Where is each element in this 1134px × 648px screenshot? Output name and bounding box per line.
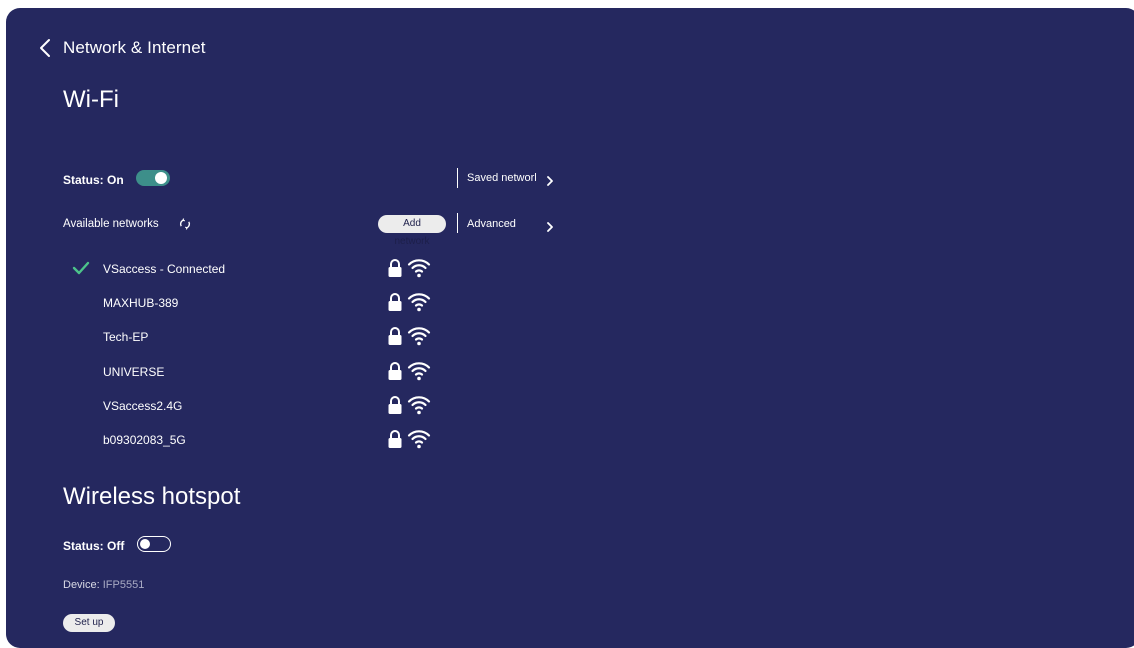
settings-screen: Network & Internet Wi-Fi Status: On Save…: [6, 8, 1134, 648]
wifi-signal-icon: [407, 326, 431, 346]
network-row[interactable]: b09302083_5G: [66, 429, 446, 451]
wifi-section-title: Wi-Fi: [63, 86, 119, 113]
lock-icon: [387, 361, 403, 381]
network-row[interactable]: VSaccess - Connected: [66, 258, 446, 280]
lock-icon: [387, 292, 403, 312]
back-arrow-icon[interactable]: [38, 38, 54, 58]
toggle-knob: [155, 172, 167, 184]
wifi-status-label: Status: On: [63, 173, 124, 187]
device-label: Device:: [63, 579, 100, 591]
hotspot-status-label: Status: Off: [63, 539, 125, 553]
divider: [457, 213, 458, 233]
checkmark-icon: [72, 260, 90, 276]
hotspot-toggle[interactable]: [137, 536, 171, 552]
refresh-icon[interactable]: [178, 217, 192, 231]
divider: [457, 168, 458, 188]
network-row[interactable]: UNIVERSE: [66, 361, 446, 383]
lock-icon: [387, 326, 403, 346]
network-name: MAXHUB-389: [103, 296, 179, 310]
wifi-signal-icon: [407, 395, 431, 415]
network-row[interactable]: VSaccess2.4G: [66, 395, 446, 417]
setup-button[interactable]: Set up: [63, 614, 115, 632]
hotspot-section-title: Wireless hotspot: [63, 483, 241, 510]
network-name: Tech-EP: [103, 330, 149, 344]
wifi-toggle[interactable]: [136, 170, 170, 186]
network-name: b09302083_5G: [103, 433, 186, 447]
network-row[interactable]: Tech-EP: [66, 326, 446, 348]
available-networks-label: Available networks: [63, 218, 159, 230]
chevron-right-icon[interactable]: [546, 173, 554, 186]
network-name: VSaccess - Connected: [103, 262, 226, 276]
lock-icon: [387, 258, 403, 278]
lock-icon: [387, 395, 403, 415]
add-network-button[interactable]: Add network: [378, 215, 446, 247]
network-row[interactable]: MAXHUB-389: [66, 292, 446, 314]
toggle-knob: [140, 538, 150, 549]
wifi-signal-icon: [407, 292, 431, 312]
lock-icon: [387, 429, 403, 449]
device-info: Device: IFP5551: [63, 579, 144, 591]
wifi-signal-icon: [407, 429, 431, 449]
saved-networks-link[interactable]: Saved networl: [467, 172, 541, 184]
chevron-right-icon[interactable]: [546, 219, 554, 232]
wifi-signal-icon: [407, 361, 431, 381]
advanced-link[interactable]: Advanced: [467, 218, 516, 230]
device-value: IFP5551: [102, 579, 145, 591]
wifi-signal-icon: [407, 258, 431, 278]
network-name: VSaccess2.4G: [103, 399, 183, 413]
page-title: Network & Internet: [63, 38, 206, 57]
network-name: UNIVERSE: [103, 365, 165, 379]
